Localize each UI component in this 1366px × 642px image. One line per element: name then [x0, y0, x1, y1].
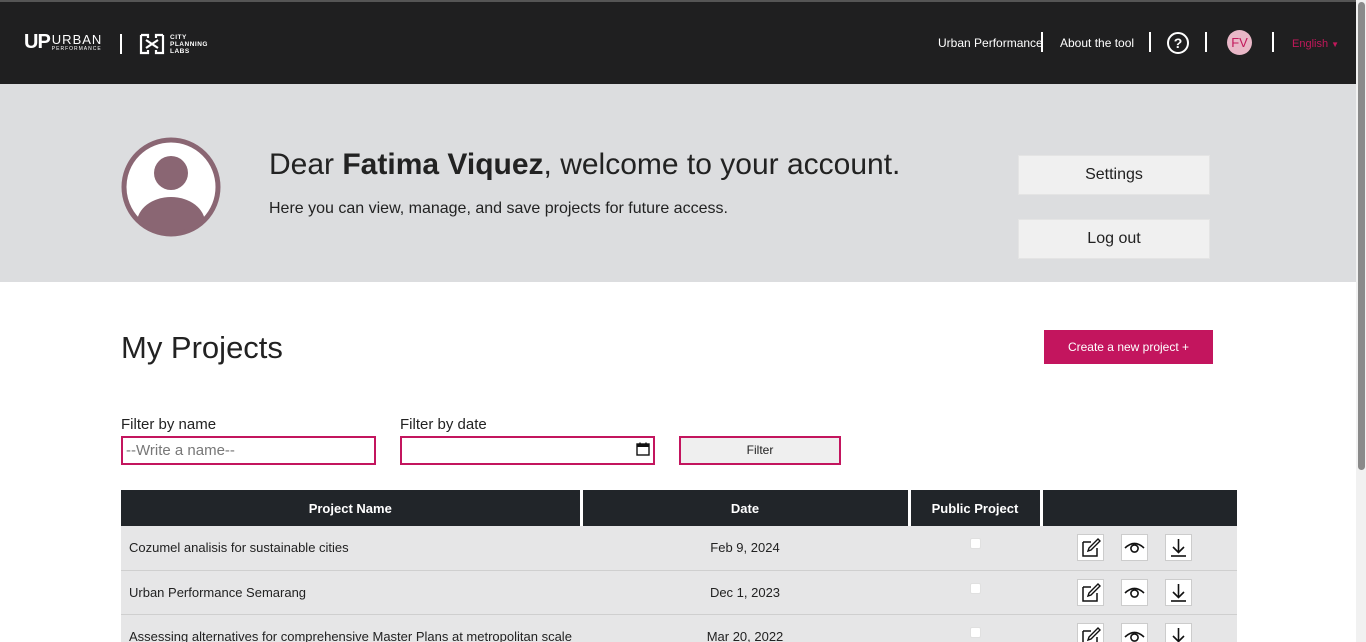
project-name-cell[interactable]: Assessing alternatives for comprehensive… [121, 614, 581, 642]
project-date-cell: Feb 9, 2024 [581, 526, 909, 571]
logo-divider [120, 34, 122, 54]
caret-down-icon: ▼ [1331, 40, 1339, 49]
filter-button[interactable]: Filter [679, 436, 841, 465]
view-button[interactable] [1121, 534, 1148, 562]
view-button[interactable] [1121, 578, 1148, 606]
filter-date-label: Filter by date [400, 416, 487, 433]
city-planning-labs-logo[interactable]: CITY PLANNING LABS [138, 32, 208, 56]
language-selector[interactable]: English ▼ [1292, 38, 1339, 50]
user-name: Fatima Viquez [342, 148, 544, 181]
top-navbar: UP URBAN PERFORMANCE CITY PLANNING LABS … [0, 0, 1356, 84]
public-project-checkbox[interactable] [969, 626, 981, 638]
view-button[interactable] [1121, 622, 1148, 642]
nav-divider [1272, 32, 1274, 52]
download-button[interactable] [1165, 534, 1192, 562]
scrollbar-thumb[interactable] [1358, 2, 1365, 470]
projects-table: Project Name Date Public Project Cozumel… [121, 490, 1237, 642]
nav-link-about-the-tool[interactable]: About the tool [1060, 36, 1134, 50]
edit-button[interactable] [1077, 578, 1104, 606]
download-button[interactable] [1165, 578, 1192, 606]
column-header-public-project[interactable]: Public Project [909, 490, 1043, 526]
user-avatar[interactable]: FV [1227, 30, 1252, 55]
create-project-button[interactable]: Create a new project + [1044, 330, 1213, 364]
public-project-cell [909, 526, 1041, 571]
cpl-mark-icon [139, 33, 165, 55]
filter-date-input[interactable] [400, 436, 655, 465]
help-icon[interactable]: ? [1167, 32, 1189, 54]
public-project-cell [909, 570, 1041, 615]
download-button[interactable] [1165, 622, 1192, 642]
table-row[interactable]: Assessing alternatives for comprehensive… [121, 614, 1237, 642]
row-actions-cell [1041, 526, 1237, 571]
project-date-cell: Mar 20, 2022 [581, 614, 909, 642]
logo-subword: PERFORMANCE [51, 45, 102, 52]
project-name-cell[interactable]: Urban Performance Semarang [121, 570, 581, 615]
logo-word: URBAN [51, 31, 103, 47]
column-header-project-name[interactable]: Project Name [121, 490, 583, 526]
nav-divider [1205, 32, 1207, 52]
project-name-cell[interactable]: Cozumel analisis for sustainable cities [121, 526, 581, 571]
nav-divider [1149, 32, 1151, 52]
profile-avatar-icon [121, 137, 221, 237]
row-actions-cell [1041, 614, 1237, 642]
column-header-date[interactable]: Date [581, 490, 911, 526]
public-project-checkbox[interactable] [969, 582, 981, 594]
row-actions-cell [1041, 570, 1237, 615]
cpl-line-1: CITY [170, 33, 187, 41]
table-header-row: Project Name Date Public Project [121, 490, 1237, 526]
column-header-actions [1041, 490, 1237, 526]
settings-button[interactable]: Settings [1018, 155, 1210, 195]
nav-link-urban-performance[interactable]: Urban Performance [938, 36, 1043, 50]
public-project-checkbox[interactable] [969, 538, 981, 550]
welcome-heading: Dear Fatima Viquez, welcome to your acco… [269, 148, 901, 181]
project-date-cell: Dec 1, 2023 [581, 570, 909, 615]
logout-button[interactable]: Log out [1018, 219, 1210, 259]
nav-divider [1041, 32, 1043, 52]
edit-button[interactable] [1077, 622, 1104, 642]
page-title: My Projects [121, 330, 283, 365]
account-hero: Dear Fatima Viquez, welcome to your acco… [0, 84, 1356, 282]
cpl-line-2: PLANNING [170, 40, 208, 48]
cpl-line-3: LABS [170, 47, 190, 55]
edit-button[interactable] [1077, 534, 1104, 562]
table-row[interactable]: Urban Performance Semarang Dec 1, 2023 [121, 570, 1237, 615]
welcome-subtitle: Here you can view, manage, and save proj… [269, 200, 728, 217]
table-row[interactable]: Cozumel analisis for sustainable cities F… [121, 526, 1237, 571]
public-project-cell [909, 614, 1041, 642]
calendar-icon[interactable] [636, 442, 650, 456]
language-label: English [1292, 38, 1329, 50]
urban-performance-logo[interactable]: UP URBAN PERFORMANCE [24, 32, 102, 52]
filter-name-input[interactable] [121, 436, 376, 465]
filter-name-label: Filter by name [121, 416, 217, 433]
up-mark: UP [24, 31, 51, 53]
